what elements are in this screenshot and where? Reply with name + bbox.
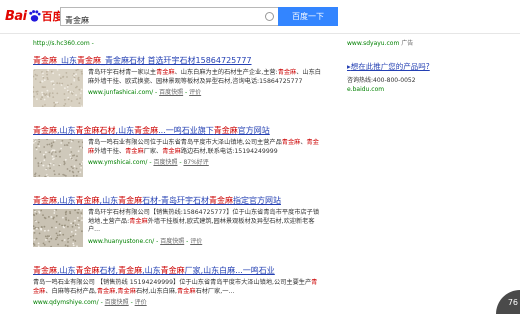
search-button[interactable]: 百度一下 bbox=[278, 7, 338, 26]
snapshot-link[interactable]: 百度快照 bbox=[153, 159, 177, 166]
result-snippet: 青岛一鸣石业有限公司 【销售热线 15194249999】位于山东省青岛平度市大… bbox=[33, 279, 318, 295]
side-phone: 咨询热线:400-800-0052 bbox=[347, 77, 416, 84]
corner-badge[interactable]: 76 bbox=[496, 290, 520, 314]
result-url[interactable]: www.junfashicai.com/ - 百度快照 - 评价 bbox=[88, 87, 323, 96]
camera-icon[interactable] bbox=[265, 12, 274, 21]
result-title-link[interactable]: 青金麻_山东青金麻_青金麻石材 首选玕宇石材15864725777 bbox=[33, 55, 323, 66]
result-title-link[interactable]: 青金麻,山东青金麻石材,山东青金麻...一鸣石业旗下青金麻官方网站 bbox=[33, 125, 323, 136]
snapshot-link[interactable]: 百度快照 bbox=[159, 89, 183, 96]
result-snippet: 青岛玕宇石材青一家以主青金麻、山东白麻为主的石材生产企业,主营:青金麻、山东白麻… bbox=[88, 69, 321, 85]
sidebar-ad: www.sdyayu.com 广告 ▸想在此推广您的产品吗? 咨询热线:400-… bbox=[347, 38, 497, 93]
side-site-link[interactable]: e.baidu.com bbox=[347, 86, 497, 93]
top-bar: Bai 百度 百度一下 bbox=[0, 0, 520, 34]
result-url[interactable]: www.qdymshiye.com/ - 百度快照 - 评价 bbox=[33, 297, 323, 306]
result-url[interactable]: www.huanyustone.cn/ - 百度快照 - 评价 bbox=[88, 236, 323, 245]
search-result: 青金麻,山东青金麻,山东青金麻石材-青岛玕宇石材青金麻指定官方网站青岛玕宇石材有… bbox=[33, 195, 323, 247]
paw-icon bbox=[28, 10, 41, 22]
result-title-link[interactable]: 青金麻,山东青金麻,山东青金麻石材-青岛玕宇石材青金麻指定官方网站 bbox=[33, 195, 323, 206]
evaluate-link[interactable]: 评价 bbox=[190, 238, 202, 245]
evaluate-link[interactable]: 评价 bbox=[189, 89, 201, 96]
evaluate-link[interactable]: 评价 bbox=[135, 299, 147, 306]
search-box[interactable] bbox=[60, 7, 278, 29]
side-url[interactable]: www.sdyayu.com 广告 bbox=[347, 38, 497, 47]
rating-link[interactable]: 87%好评 bbox=[183, 159, 208, 166]
result-title-link[interactable]: 青金麻,山东青金麻石材,青金麻,山东青金麻厂家,山东白麻...一鸣石业 bbox=[33, 265, 323, 276]
snapshot-link[interactable]: 百度快照 bbox=[105, 299, 129, 306]
first-result-url[interactable]: http://s.hc360.com - bbox=[33, 40, 94, 47]
result-url[interactable]: www.ymshicai.com/ - 百度快照 - 87%好评 bbox=[88, 157, 323, 166]
logo-text-left: Bai bbox=[5, 8, 27, 24]
result-snippet: 青岛玕宇石材有限公司【销售热线:15864725777】位于山东省青岛市平度市店… bbox=[88, 209, 320, 234]
baidu-logo[interactable]: Bai 百度 bbox=[5, 7, 64, 25]
search-result: 青金麻,山东青金麻石材,山东青金麻...一鸣石业旗下青金麻官方网站青岛一鸣石业有… bbox=[33, 125, 323, 177]
search-result: 青金麻,山东青金麻石材,青金麻,山东青金麻厂家,山东白麻...一鸣石业青岛一鸣石… bbox=[33, 265, 323, 306]
snapshot-link[interactable]: 百度快照 bbox=[160, 238, 184, 245]
granite-thumbnail[interactable] bbox=[33, 209, 83, 247]
result-snippet: 青岛一鸣石业有限公司位于山东省青岛平度市大泽山镇地,公司主营产品青金麻、青金麻外… bbox=[88, 139, 319, 155]
side-ad-title[interactable]: ▸想在此推广您的产品吗? bbox=[347, 61, 497, 72]
search-result: 青金麻_山东青金麻_青金麻石材 首选玕宇石材15864725777 青岛玕宇石材青… bbox=[33, 55, 323, 107]
granite-thumbnail[interactable] bbox=[33, 139, 83, 177]
granite-thumbnail[interactable] bbox=[33, 69, 83, 107]
search-input[interactable] bbox=[61, 12, 259, 29]
